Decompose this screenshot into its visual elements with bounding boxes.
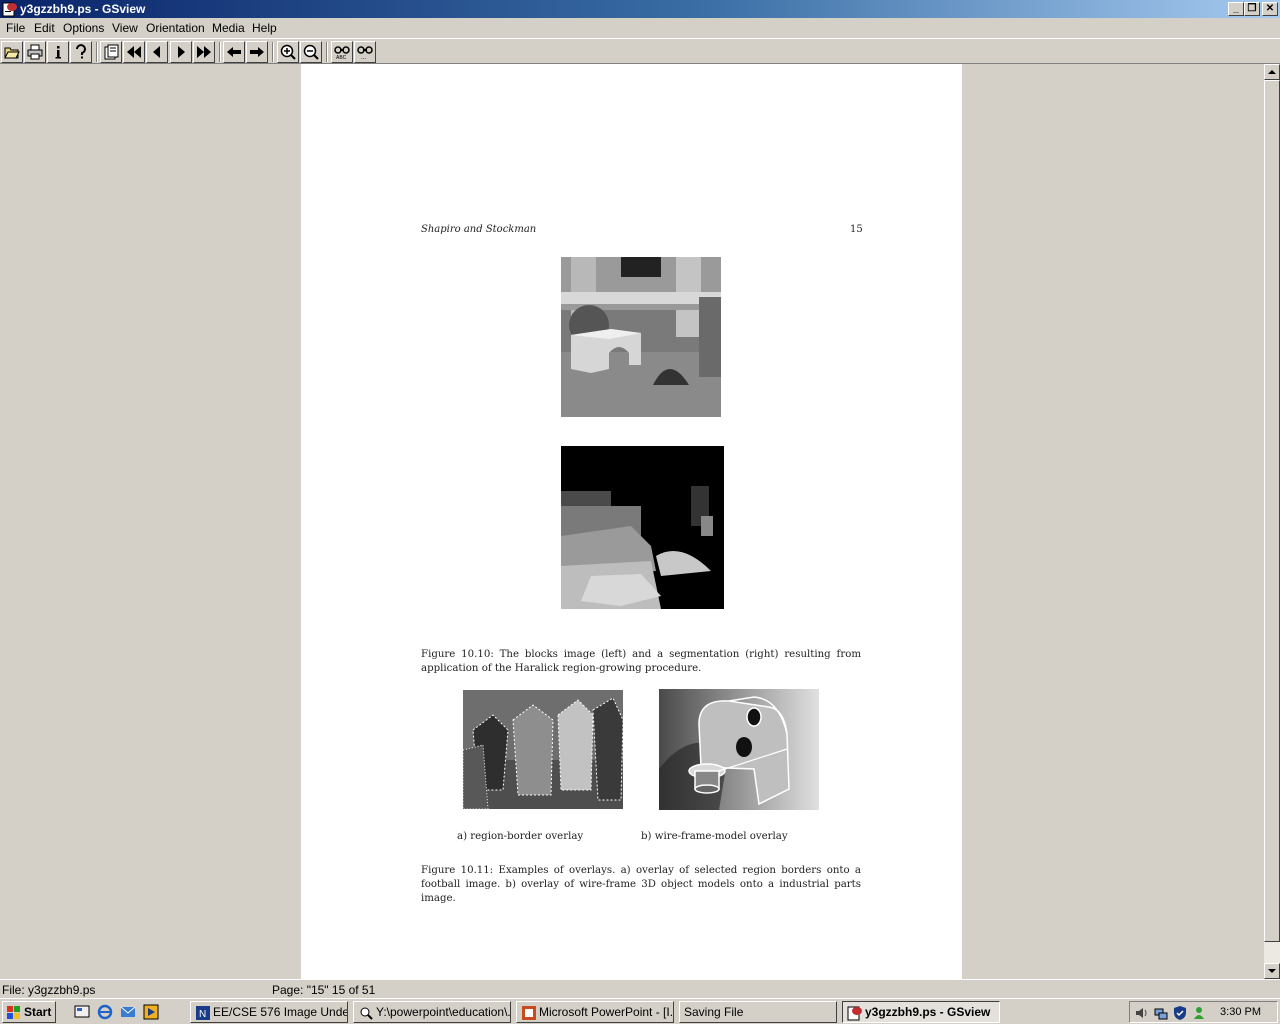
segmentation-image [561,446,724,609]
taskbar: Start N EE/CSE 576 Image Under... Y:\pow… [0,998,1280,1024]
volume-icon[interactable] [1134,1005,1150,1021]
menu-media[interactable]: Media [212,21,245,35]
close-button[interactable]: ✕ [1262,2,1278,16]
toolbar-separator [272,42,274,62]
figure-10-11-subcaption-b: b) wire-frame-model overlay [641,831,788,842]
status-file: File: y3gzzbh9.ps [2,983,96,997]
prev-page-icon[interactable] [146,41,168,63]
document-viewport[interactable]: Shapiro and Stockman 15 Figure 10.10: Th… [0,64,1264,979]
menu-view[interactable]: View [112,21,138,35]
scroll-down-button[interactable] [1264,963,1280,979]
forward-icon[interactable] [246,41,268,63]
clock: 3:30 PM [1220,1006,1261,1018]
toolbar-separator [96,42,98,62]
toolbar-separator [326,42,328,62]
vertical-scrollbar[interactable] [1264,64,1280,979]
goto-page-icon[interactable] [100,41,122,63]
wireframe-overlay-image [659,689,819,810]
toolbar-separator [219,42,221,62]
media-player-icon[interactable] [142,1003,160,1021]
zoom-out-icon[interactable] [300,41,322,63]
antivirus-shield-icon[interactable] [1172,1005,1188,1021]
scroll-up-button[interactable] [1264,64,1280,80]
open-icon[interactable] [1,41,23,63]
zoom-in-icon[interactable] [277,41,299,63]
find-icon[interactable]: ABC [331,41,353,63]
back-icon[interactable] [223,41,245,63]
status-page: Page: "15" 15 of 51 [272,983,376,997]
taskbar-item-ee-cse-576[interactable]: N EE/CSE 576 Image Under... [190,1001,348,1023]
gsview-app-icon[interactable] [2,1,18,17]
last-page-icon[interactable] [193,41,215,63]
svg-text:...: ... [361,55,366,60]
start-button[interactable]: Start [2,1001,56,1023]
restore-button[interactable]: ❐ [1244,2,1260,16]
start-label: Start [24,1005,52,1019]
svg-text:ABC: ABC [336,55,347,60]
outlook-icon[interactable] [119,1003,137,1021]
minimize-button[interactable]: _ [1228,2,1244,16]
taskbar-item-explorer-folder[interactable]: Y:\powerpoint\education\... [353,1001,511,1023]
window-title: y3gzzbh9.ps - GSview [20,2,146,16]
title-bar: y3gzzbh9.ps - GSview _ ❐ ✕ [0,0,1280,18]
toolbar: ABC ... [0,38,1280,64]
taskbar-item-saving-file[interactable]: Saving File [679,1001,837,1023]
status-bar: File: y3gzzbh9.ps Page: "15" 15 of 51 [0,979,1280,998]
info-icon[interactable] [47,41,69,63]
system-tray: 3:30 PM [1129,1001,1278,1023]
running-head-authors: Shapiro and Stockman [421,224,537,235]
menu-edit[interactable]: Edit [34,21,55,35]
blocks-image [561,257,721,417]
figure-10-10-caption: Figure 10.10: The blocks image (left) an… [421,649,861,674]
taskbar-item-powerpoint[interactable]: Microsoft PowerPoint - [I... [516,1001,674,1023]
football-overlay-image [463,690,623,809]
document-page: Shapiro and Stockman 15 Figure 10.10: Th… [301,64,962,979]
svg-text:N: N [199,1009,206,1020]
scroll-thumb[interactable] [1264,80,1280,942]
menu-file[interactable]: File [6,21,25,35]
figure-10-11-subcaption-a: a) region-border overlay [457,831,584,842]
help-icon[interactable] [70,41,92,63]
messenger-icon[interactable] [1191,1005,1207,1021]
menu-bar: File Edit Options View Orientation Media… [0,18,1280,38]
show-desktop-icon[interactable] [73,1003,91,1021]
menu-orientation[interactable]: Orientation [146,21,205,35]
next-page-icon[interactable] [170,41,192,63]
figure-10-11-caption: Figure 10.11: Examples of overlays. a) o… [421,865,861,904]
internet-explorer-icon[interactable] [96,1003,114,1021]
taskbar-item-gsview[interactable]: y3gzzbh9.ps - GSview [842,1001,1000,1023]
print-icon[interactable] [24,41,46,63]
first-page-icon[interactable] [123,41,145,63]
find-next-icon[interactable]: ... [354,41,376,63]
menu-help[interactable]: Help [252,21,277,35]
network-icon[interactable] [1153,1005,1169,1021]
running-head-page-number: 15 [850,224,863,235]
menu-options[interactable]: Options [63,21,104,35]
windows-logo-icon [7,1006,20,1019]
